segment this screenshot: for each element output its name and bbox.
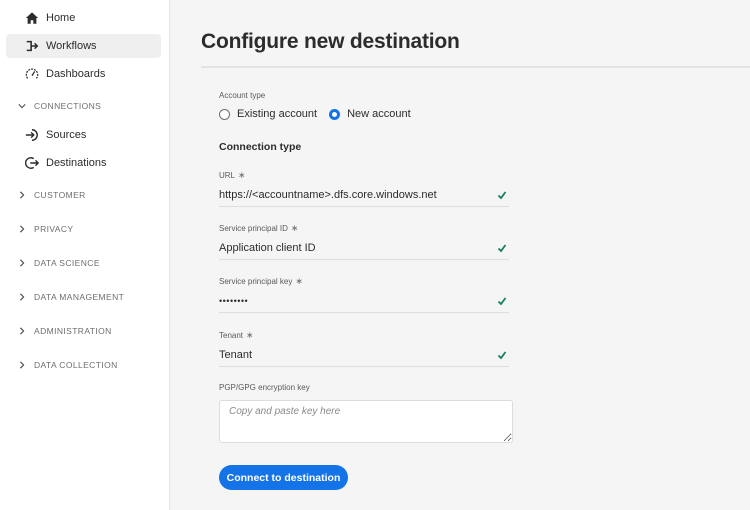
- chevron-right-icon: [18, 292, 28, 302]
- chevron-right-icon: [18, 326, 28, 336]
- connect-to-destination-button[interactable]: Connect to destination: [219, 465, 348, 490]
- sidebar-section-data-management[interactable]: DATA MANAGEMENT: [18, 289, 124, 305]
- tenant-field: [219, 343, 509, 367]
- field-label-text: Tenant: [219, 331, 244, 340]
- home-icon: [24, 10, 40, 26]
- service-principal-key-label: Service principal key ∗: [219, 276, 303, 287]
- account-type-label: Account type: [219, 91, 266, 100]
- service-principal-id-field: [219, 236, 509, 260]
- checkmark-icon: [497, 242, 509, 254]
- checkmark-icon: [497, 189, 509, 201]
- sidebar-item-label: Sources: [46, 129, 87, 141]
- service-principal-id-input[interactable]: [219, 241, 479, 254]
- sources-icon: [24, 127, 40, 143]
- tenant-label: Tenant ∗: [219, 330, 254, 341]
- field-label-text: Service principal key: [219, 277, 293, 286]
- destinations-icon: [24, 155, 40, 171]
- required-asterisk: ∗: [295, 276, 303, 286]
- sidebar-item-home[interactable]: Home: [6, 6, 161, 30]
- title-divider: [201, 66, 750, 68]
- chevron-right-icon: [18, 258, 28, 268]
- connection-type-heading: Connection type: [219, 141, 302, 153]
- radio-label: New account: [347, 108, 411, 120]
- required-asterisk: ∗: [246, 330, 254, 340]
- sidebar-section-data-collection[interactable]: DATA COLLECTION: [18, 357, 118, 373]
- required-asterisk: ∗: [290, 223, 299, 233]
- chevron-right-icon: [18, 190, 28, 200]
- checkmark-icon: [497, 295, 509, 307]
- radio-checked-icon[interactable]: [329, 108, 341, 120]
- section-label: DATA SCIENCE: [34, 258, 100, 268]
- section-label: DATA COLLECTION: [34, 360, 118, 370]
- service-principal-key-input[interactable]: [219, 295, 479, 306]
- sidebar-section-administration[interactable]: ADMINISTRATION: [18, 323, 112, 339]
- sidebar-item-destinations[interactable]: Destinations: [6, 151, 161, 175]
- url-field: [219, 183, 509, 207]
- page-title: Configure new destination: [201, 30, 460, 53]
- service-principal-id-label: Service principal ID ∗: [219, 223, 298, 234]
- workflow-icon: [24, 38, 40, 54]
- sidebar-item-label: Workflows: [46, 40, 97, 52]
- sidebar: Home Workflows Dashboards CONNECTIONS So…: [0, 0, 170, 510]
- section-label: PRIVACY: [34, 224, 74, 234]
- url-label: URL ∗: [219, 170, 246, 181]
- section-label: CUSTOMER: [34, 190, 86, 200]
- sidebar-item-sources[interactable]: Sources: [6, 123, 161, 147]
- section-label: CONNECTIONS: [34, 101, 102, 111]
- sidebar-item-dashboards[interactable]: Dashboards: [6, 62, 161, 86]
- section-label: DATA MANAGEMENT: [34, 292, 125, 302]
- chevron-right-icon: [18, 360, 28, 370]
- sidebar-section-data-science[interactable]: DATA SCIENCE: [18, 255, 100, 271]
- radio-existing-account[interactable]: Existing account: [219, 108, 317, 120]
- field-label-text: URL: [219, 171, 236, 180]
- sidebar-section-customer[interactable]: CUSTOMER: [18, 187, 86, 203]
- sidebar-item-label: Home: [46, 12, 76, 24]
- sidebar-item-label: Dashboards: [46, 68, 106, 80]
- service-principal-key-field: [219, 289, 509, 313]
- required-asterisk: ∗: [238, 170, 246, 180]
- pgp-key-textarea[interactable]: [219, 400, 513, 443]
- chevron-down-icon: [18, 101, 28, 111]
- field-label-text: Service principal ID: [219, 224, 288, 233]
- dashboard-icon: [24, 66, 40, 82]
- url-input[interactable]: [219, 188, 479, 201]
- tenant-input[interactable]: [219, 348, 479, 361]
- sidebar-item-label: Destinations: [46, 157, 107, 169]
- main-content: Configure new destination Account type E…: [171, 0, 750, 510]
- radio-unchecked-icon[interactable]: [219, 108, 230, 120]
- chevron-right-icon: [18, 224, 28, 234]
- pgp-key-label: PGP/GPG encryption key: [219, 383, 310, 392]
- checkmark-icon: [497, 349, 509, 361]
- section-label: ADMINISTRATION: [34, 326, 112, 336]
- sidebar-section-connections[interactable]: CONNECTIONS: [18, 98, 101, 114]
- sidebar-section-privacy[interactable]: PRIVACY: [18, 221, 74, 237]
- sidebar-item-workflows[interactable]: Workflows: [6, 34, 161, 58]
- account-type-radio-group: Existing account New account: [219, 108, 423, 120]
- radio-label: Existing account: [237, 108, 318, 120]
- radio-new-account[interactable]: New account: [329, 108, 411, 120]
